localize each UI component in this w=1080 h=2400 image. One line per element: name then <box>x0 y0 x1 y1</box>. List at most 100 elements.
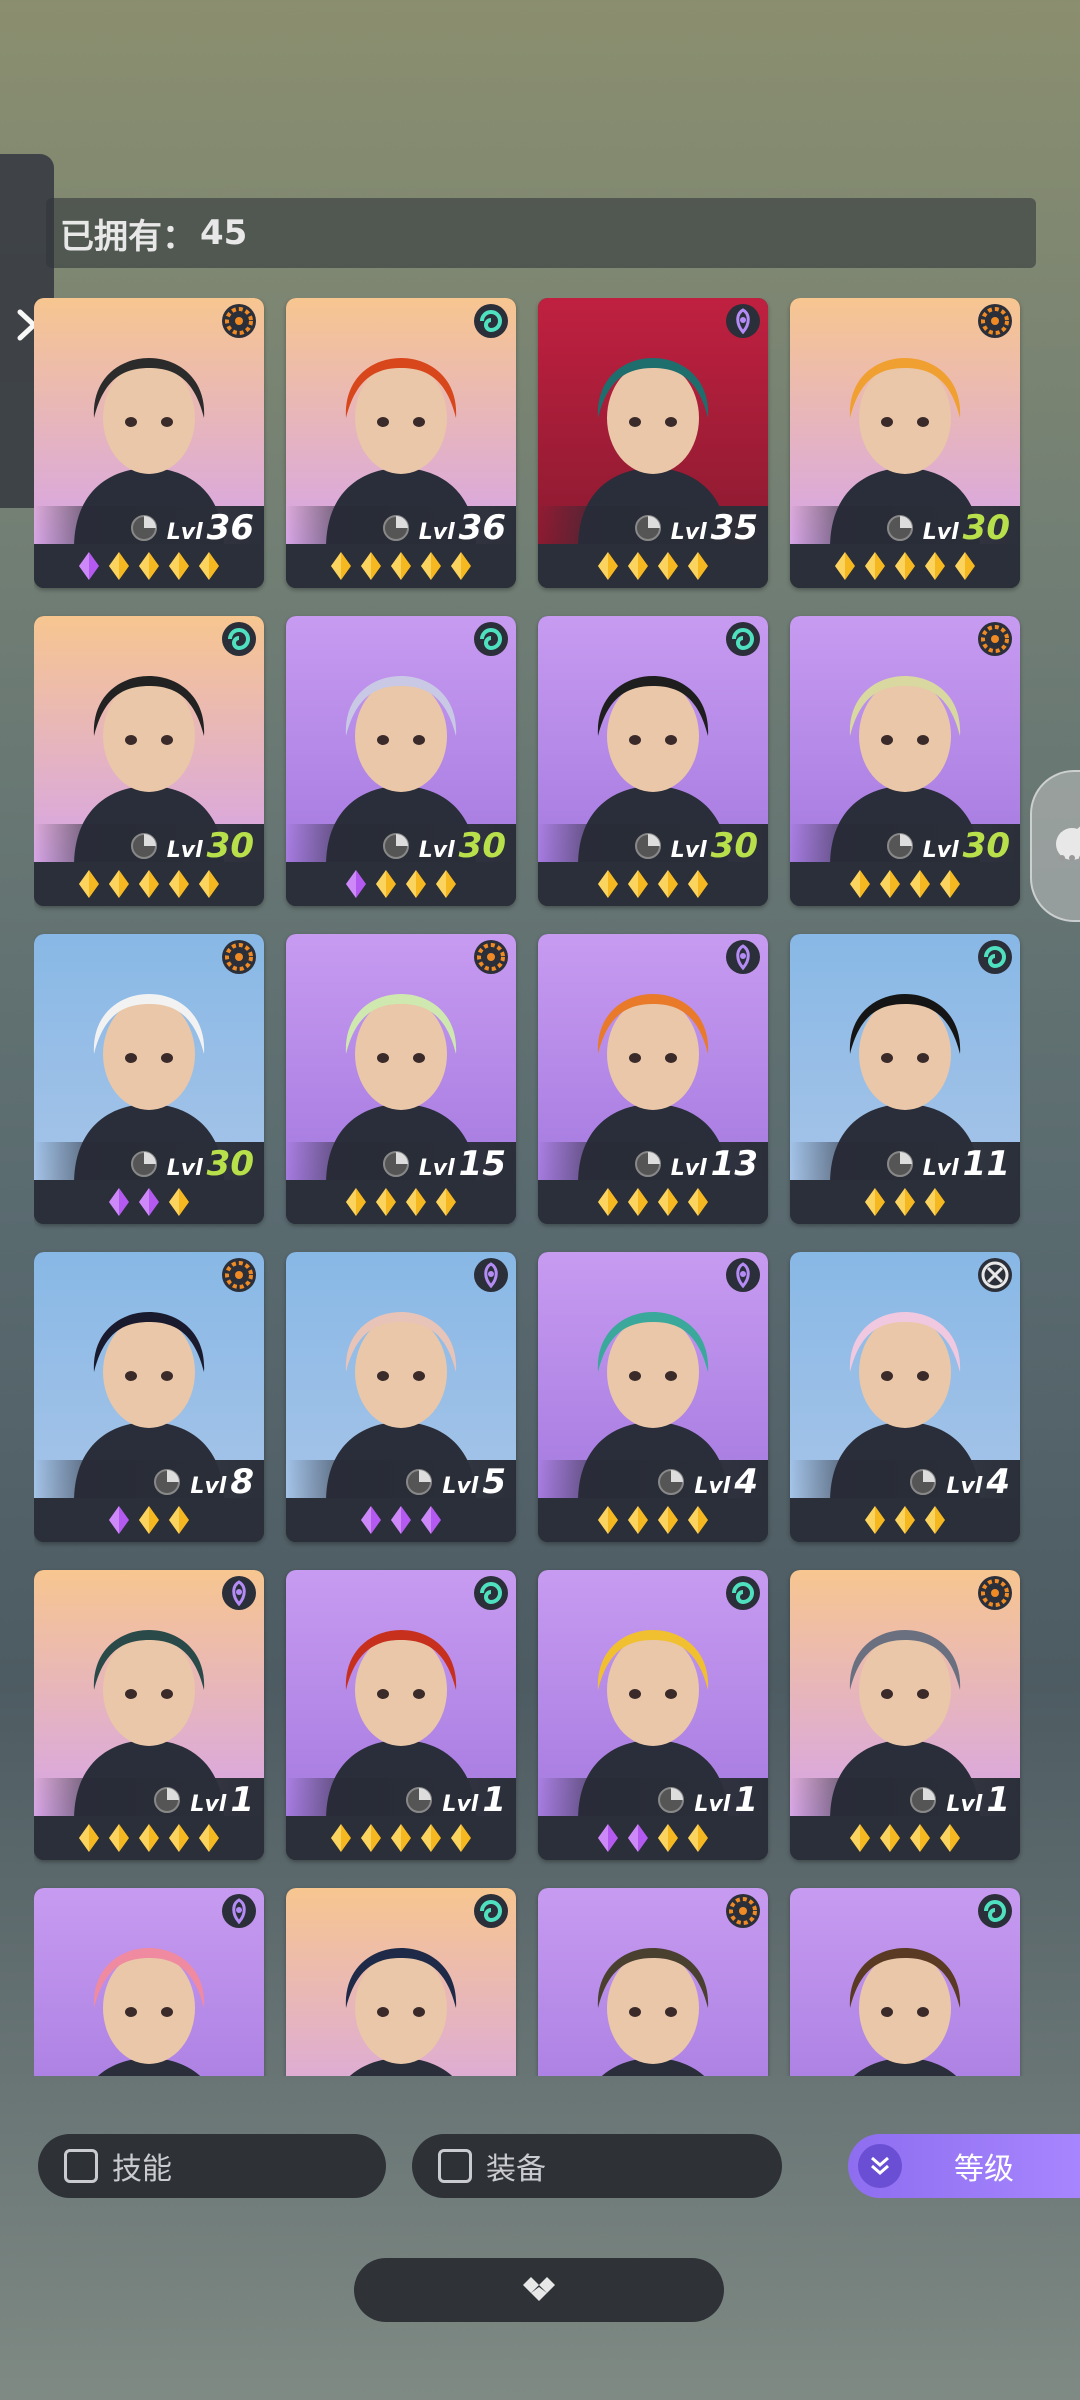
hero-stars <box>538 862 768 906</box>
purple-gem-icon <box>361 1506 381 1534</box>
hero-card[interactable]: Lvl 30 <box>790 298 1020 588</box>
hero-stars <box>538 544 768 588</box>
side-chat-bubble[interactable] <box>1030 770 1080 922</box>
hero-card[interactable] <box>34 1888 264 2076</box>
warrior-class-icon <box>220 1256 258 1294</box>
hero-card[interactable]: Lvl 13 <box>538 934 768 1224</box>
hero-card[interactable]: Lvl 1 <box>286 1570 516 1860</box>
hero-card[interactable]: Lvl 30 <box>34 934 264 1224</box>
hero-card[interactable] <box>790 1888 1020 2076</box>
sort-descending-icon <box>858 2144 902 2188</box>
hero-card[interactable]: Lvl 5 <box>286 1252 516 1542</box>
purple-gem-icon <box>421 1506 441 1534</box>
cross-class-icon <box>976 1256 1014 1294</box>
hero-level: 4 <box>986 1462 1010 1502</box>
hero-level: 30 <box>710 826 758 866</box>
hero-stars <box>34 862 264 906</box>
gold-gem-icon <box>109 870 129 898</box>
level-progress-icon <box>154 1469 181 1495</box>
gold-gem-icon <box>361 1824 381 1852</box>
hero-card[interactable]: Lvl 36 <box>34 298 264 588</box>
gold-gem-icon <box>376 870 396 898</box>
psychic-class-icon <box>220 1892 258 1930</box>
gold-gem-icon <box>109 1824 129 1852</box>
hero-stars <box>34 1180 264 1224</box>
gold-gem-icon <box>421 1824 441 1852</box>
gold-gem-icon <box>940 870 960 898</box>
skill-filter-label: 技能 <box>112 2152 172 2187</box>
gold-gem-icon <box>406 870 426 898</box>
mystic-class-icon <box>472 620 510 658</box>
level-progress-icon <box>382 833 409 859</box>
hero-stars <box>538 1816 768 1860</box>
purple-gem-icon <box>79 552 99 580</box>
hero-card[interactable]: Lvl 30 <box>34 616 264 906</box>
gold-gem-icon <box>925 1506 945 1534</box>
owned-count: 45 <box>200 213 248 253</box>
level-label: Lvl <box>922 1156 959 1181</box>
gold-gem-icon <box>139 870 159 898</box>
collapse-bar[interactable] <box>354 2258 724 2322</box>
hero-card[interactable]: Lvl 1 <box>538 1570 768 1860</box>
owned-label: 已拥有： <box>60 216 196 257</box>
hero-card[interactable]: Lvl 30 <box>790 616 1020 906</box>
hero-card[interactable]: Lvl 30 <box>538 616 768 906</box>
gold-gem-icon <box>331 1824 351 1852</box>
psychic-class-icon <box>724 938 762 976</box>
gold-gem-icon <box>688 552 708 580</box>
hero-card[interactable]: Lvl 4 <box>538 1252 768 1542</box>
gold-gem-icon <box>925 1188 945 1216</box>
gold-gem-icon <box>139 1506 159 1534</box>
mystic-class-icon <box>472 1574 510 1612</box>
hero-card[interactable] <box>538 1888 768 2076</box>
hero-level: 36 <box>458 508 506 548</box>
gold-gem-icon <box>628 1506 648 1534</box>
hero-card[interactable]: Lvl 36 <box>286 298 516 588</box>
gold-gem-icon <box>436 1188 456 1216</box>
hero-card[interactable]: Lvl 4 <box>790 1252 1020 1542</box>
hero-card[interactable]: Lvl 1 <box>790 1570 1020 1860</box>
gold-gem-icon <box>376 1188 396 1216</box>
gold-gem-icon <box>880 1824 900 1852</box>
gold-gem-icon <box>880 870 900 898</box>
hero-card[interactable]: Lvl 11 <box>790 934 1020 1224</box>
hero-card[interactable]: Lvl 35 <box>538 298 768 588</box>
hero-level: 13 <box>710 1144 758 1184</box>
hero-card[interactable]: Lvl 30 <box>286 616 516 906</box>
hero-stars <box>286 1816 516 1860</box>
mystic-class-icon <box>976 938 1014 976</box>
gold-gem-icon <box>940 1824 960 1852</box>
hero-card[interactable]: Lvl 15 <box>286 934 516 1224</box>
hero-level: 11 <box>962 1144 1010 1184</box>
hero-level: 30 <box>458 826 506 866</box>
gold-gem-icon <box>346 1188 366 1216</box>
level-label: Lvl <box>670 520 707 545</box>
gold-gem-icon <box>628 1188 648 1216</box>
hero-stars <box>538 1498 768 1542</box>
sort-level-button[interactable]: 等级 <box>848 2134 1080 2198</box>
equip-filter-toggle[interactable]: 装备 <box>412 2134 782 2198</box>
psychic-class-icon <box>724 302 762 340</box>
hero-card[interactable] <box>286 1888 516 2076</box>
hero-stars <box>286 862 516 906</box>
gold-gem-icon <box>169 1506 189 1534</box>
skill-filter-toggle[interactable]: 技能 <box>38 2134 386 2198</box>
level-progress-icon <box>154 1787 181 1813</box>
psychic-class-icon <box>724 1256 762 1294</box>
gold-gem-icon <box>895 1506 915 1534</box>
gold-gem-icon <box>598 552 618 580</box>
hero-level: 30 <box>206 826 254 866</box>
expand-icon <box>523 2277 555 2301</box>
hero-level: 4 <box>734 1462 758 1502</box>
hero-card[interactable]: Lvl 1 <box>34 1570 264 1860</box>
equip-checkbox[interactable] <box>438 2149 472 2183</box>
warrior-class-icon <box>472 938 510 976</box>
gold-gem-icon <box>598 1188 618 1216</box>
hero-level: 5 <box>482 1462 506 1502</box>
skill-checkbox[interactable] <box>64 2149 98 2183</box>
gold-gem-icon <box>658 870 678 898</box>
gold-gem-icon <box>955 552 975 580</box>
hero-card[interactable]: Lvl 8 <box>34 1252 264 1542</box>
hero-stars <box>286 544 516 588</box>
level-label: Lvl <box>946 1792 983 1817</box>
